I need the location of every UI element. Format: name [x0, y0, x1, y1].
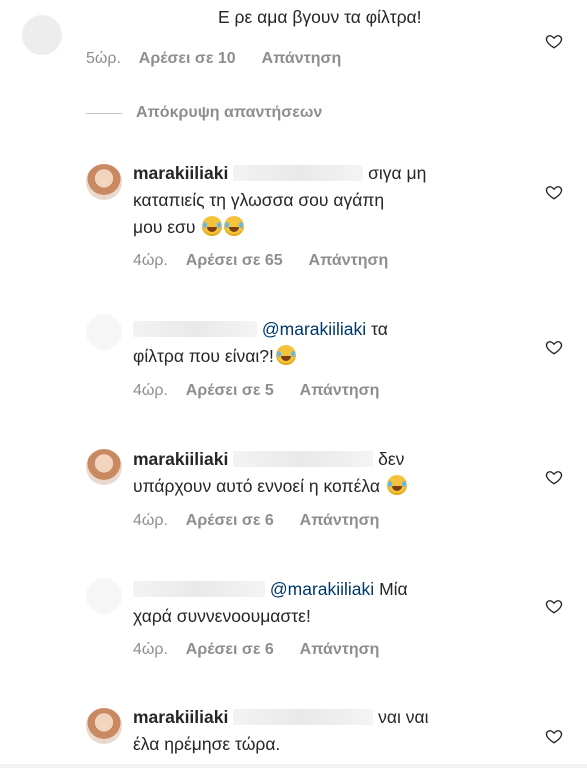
likes-count-link[interactable]: Αρέσει σε 6 — [186, 512, 274, 529]
heart-icon[interactable] — [545, 32, 563, 50]
likes-count-link[interactable]: Αρέσει σε 6 — [186, 641, 274, 658]
face-with-tears-of-joy-emoji — [275, 345, 296, 365]
timestamp: 4ώρ. — [133, 641, 168, 658]
reply-button[interactable]: Απάντηση — [300, 382, 380, 399]
likes-count-link[interactable]: Αρέσει σε 5 — [186, 382, 274, 399]
hide-replies-label: Απόκρυψη απαντήσεων — [136, 104, 323, 121]
comment-line: ναι ναι — [378, 707, 429, 727]
comment-body: Ε ρε αμα βγουν τα φίλτρα! — [218, 7, 422, 27]
heart-icon[interactable] — [545, 727, 563, 745]
bottom-divider — [0, 764, 587, 768]
comment-line: χαρά συννενοουμαστε! — [133, 606, 311, 626]
mention-link[interactable]: @marakiiliaki — [262, 319, 366, 339]
redacted-mention — [233, 165, 364, 181]
heart-icon[interactable] — [545, 597, 563, 615]
timestamp: 4ώρ. — [133, 382, 168, 399]
comment-line: φίλτρα που είναι?! — [133, 346, 274, 366]
comment-meta: 4ώρ. Αρέσει σε 5 Απάντηση — [133, 382, 401, 400]
likes-count-link[interactable]: Αρέσει σε 65 — [186, 252, 283, 269]
comment-line: καταπιείς τη γλωσσα σου αγάπη — [133, 190, 385, 210]
redacted-mention — [233, 451, 374, 467]
avatar[interactable] — [86, 578, 122, 614]
comment-line: σιγα μη — [368, 163, 427, 183]
comment-text: marakiiliaki δεν υπάρχουν αυτό εννοεί η … — [133, 446, 513, 500]
avatar[interactable] — [22, 15, 62, 55]
username-link[interactable]: marakiiliaki — [133, 449, 228, 469]
comment-meta: 4ώρ. Αρέσει σε 6 Απάντηση — [133, 512, 401, 530]
timestamp: 4ώρ. — [133, 512, 168, 529]
face-with-tears-of-joy-emoji — [224, 216, 245, 236]
avatar[interactable] — [86, 164, 122, 200]
heart-icon[interactable] — [545, 338, 563, 356]
hide-replies-button[interactable]: Απόκρυψη απαντήσεων — [86, 104, 322, 122]
face-with-tears-of-joy-emoji — [202, 216, 223, 236]
divider-line — [86, 112, 122, 114]
comment-line: δεν — [378, 449, 405, 469]
likes-count-link[interactable]: Αρέσει σε 10 — [139, 50, 236, 67]
redacted-username — [133, 581, 265, 597]
timestamp: 5ώρ. — [86, 50, 121, 67]
comment-meta: 4ώρ. Αρέσει σε 65 Απάντηση — [133, 252, 410, 270]
comment-text: @marakiiliaki Μία χαρά συννενοουμαστε! — [133, 576, 513, 630]
comment-line: έλα ηρέμησε τώρα. — [133, 734, 281, 754]
comment-meta: 5ώρ. Αρέσει σε 10 Απάντηση — [86, 50, 363, 68]
comment-line: μου εσυ — [133, 217, 196, 237]
comment-line: Μία — [379, 579, 408, 599]
avatar[interactable] — [86, 314, 122, 350]
comment-meta: 4ώρ. Αρέσει σε 6 Απάντηση — [133, 641, 401, 659]
reply-button[interactable]: Απάντηση — [300, 641, 380, 658]
avatar[interactable] — [86, 449, 122, 485]
face-with-tears-of-joy-emoji — [386, 475, 407, 495]
reply-button[interactable]: Απάντηση — [300, 512, 380, 529]
timestamp: 4ώρ. — [133, 252, 168, 269]
comment-text: Ε ρε αμα βγουν τα φίλτρα! — [218, 4, 422, 31]
reply-button[interactable]: Απάντηση — [309, 252, 389, 269]
redacted-mention — [233, 709, 374, 725]
comment-text: marakiiliaki σιγα μη καταπιείς τη γλωσσα… — [133, 160, 513, 241]
comment-line: τα — [371, 319, 388, 339]
avatar[interactable] — [86, 708, 122, 744]
username-link[interactable]: marakiiliaki — [133, 707, 228, 727]
heart-icon[interactable] — [545, 468, 563, 486]
comment-text: marakiiliaki ναι ναι έλα ηρέμησε τώρα. — [133, 704, 513, 758]
username-link[interactable]: marakiiliaki — [133, 163, 228, 183]
mention-link[interactable]: @marakiiliaki — [270, 579, 374, 599]
reply-button[interactable]: Απάντηση — [262, 50, 342, 67]
comment-line: υπάρχουν αυτό εννοεί η κοπέλα — [133, 476, 380, 496]
heart-icon[interactable] — [545, 183, 563, 201]
redacted-username — [133, 321, 257, 337]
comment-text: @marakiiliaki τα φίλτρα που είναι?! — [133, 316, 513, 370]
